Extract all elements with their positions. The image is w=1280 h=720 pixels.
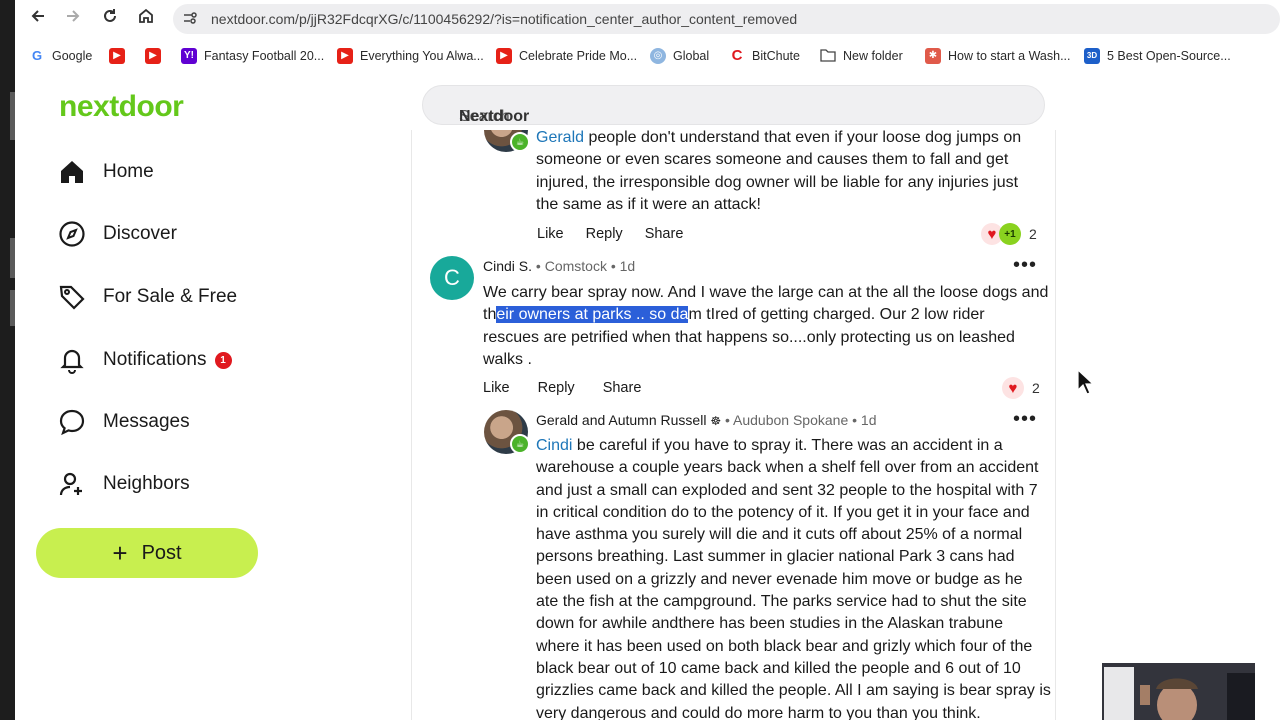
compass-icon [57, 219, 87, 249]
neighborhood[interactable]: Comstock [545, 258, 607, 274]
home-browser-icon[interactable] [135, 7, 157, 29]
bookmark-youtube-2[interactable]: ▶ [145, 44, 168, 68]
desktop-edge [0, 0, 15, 720]
bookmarks-bar: G Google ▶ ▶ Y! Fantasy Football 20... ▶… [15, 44, 1280, 68]
mention-link[interactable]: Gerald [536, 130, 584, 146]
like-button[interactable]: Like [483, 380, 510, 396]
share-button[interactable]: Share [645, 226, 684, 242]
yahoo-icon: Y! [181, 48, 197, 64]
sidebar-item-notifications[interactable]: Notifications 1 [57, 340, 232, 380]
address-bar[interactable]: nextdoor.com/p/jjR32FdcqrXG/c/1100456292… [173, 4, 1280, 34]
forward-icon[interactable] [62, 7, 84, 29]
google-icon: G [31, 48, 43, 63]
reaction-summary[interactable]: ♥ 2 [1002, 377, 1040, 399]
sidebar-item-discover[interactable]: Discover [57, 214, 177, 254]
bookmark-youtube-1[interactable]: ▶ [109, 44, 132, 68]
youtube-icon: ▶ [496, 48, 512, 64]
bookmark-new-folder[interactable]: New folder [820, 44, 903, 68]
like-button[interactable]: Like [537, 226, 564, 242]
folder-icon [820, 48, 836, 64]
bookmark-fantasy-football[interactable]: Y! Fantasy Football 20... [181, 44, 324, 68]
notification-badge: 1 [214, 351, 232, 369]
tag-icon [57, 282, 87, 312]
sidebar-item-neighbors[interactable]: Neighbors [57, 464, 190, 504]
sidebar-item-messages[interactable]: Messages [57, 402, 190, 442]
author-name[interactable]: Gerald and Autumn Russell [536, 412, 706, 428]
neighbor-badge-icon: ☕ [510, 132, 530, 152]
browser-toolbar: nextdoor.com/p/jjR32FdcqrXG/c/1100456292… [15, 0, 1280, 72]
plus-icon: + [112, 538, 128, 568]
home-icon [57, 157, 87, 187]
timestamp: 1d [860, 412, 877, 428]
timestamp: 1d [619, 258, 636, 274]
comment-meta: Cindi S. • Comstock • 1d [483, 258, 636, 274]
site-settings-icon[interactable] [181, 10, 199, 28]
url-text: nextdoor.com/p/jjR32FdcqrXG/c/1100456292… [211, 11, 798, 27]
more-options-icon[interactable]: ••• [1013, 409, 1037, 429]
chat-bubble-icon [57, 407, 87, 437]
bookmark-global[interactable]: ◎ Global [650, 44, 709, 68]
bookmark-bitchute[interactable]: C BitChute [729, 44, 800, 68]
reaction-summary[interactable]: ♥ +1 2 [981, 223, 1037, 245]
reply-avatar[interactable]: ☕ [484, 410, 530, 454]
nextdoor-logo[interactable]: nextdoor [59, 90, 184, 124]
mouse-cursor-icon [1077, 368, 1095, 395]
reply-button[interactable]: Reply [538, 380, 575, 396]
bell-icon [57, 345, 87, 375]
reply-avatar[interactable]: ☕ [484, 130, 530, 152]
mention-link[interactable]: Cindi [536, 437, 572, 454]
bookmark-celebrate-pride[interactable]: ▶ Celebrate Pride Mo... [496, 44, 637, 68]
reload-icon[interactable] [99, 7, 121, 29]
back-icon[interactable] [27, 7, 49, 29]
comment-actions: Like Reply Share [483, 380, 663, 396]
share-button[interactable]: Share [603, 380, 642, 396]
plus-one-icon: +1 [999, 223, 1021, 245]
reply-button[interactable]: Reply [586, 226, 623, 242]
youtube-icon: ▶ [109, 48, 125, 64]
verified-helper-icon: ☸ [710, 414, 722, 428]
nextdoor-page: nextdoor Search Nextdoor Home Discover F… [15, 72, 1280, 720]
webcam-overlay [1102, 663, 1255, 720]
bookmark-open-source[interactable]: 3D 5 Best Open-Source... [1084, 44, 1231, 68]
heart-icon: ♥ [1002, 377, 1024, 399]
comment-body: We carry bear spray now. And I wave the … [483, 284, 1049, 368]
neighbor-badge-icon: ☕ [510, 434, 530, 454]
neighborhood[interactable]: Audubon Spokane [733, 412, 848, 428]
bookmark-google[interactable]: G Google [29, 44, 92, 68]
comment-thread: ☕ Gerald people don't understand that ev… [411, 130, 1056, 720]
bookmark-how-to-start[interactable]: ✱ How to start a Wash... [925, 44, 1071, 68]
comment-meta: Gerald and Autumn Russell ☸ • Audubon Sp… [536, 412, 877, 428]
comment-body: Gerald people don't understand that even… [536, 130, 1022, 213]
sidebar-item-home[interactable]: Home [57, 152, 154, 192]
globe-icon: ◎ [650, 48, 666, 64]
bitchute-icon: C [731, 47, 743, 64]
bookmark-everything[interactable]: ▶ Everything You Alwa... [337, 44, 484, 68]
search-input[interactable]: Search Nextdoor [422, 85, 1045, 125]
sidebar-item-for-sale[interactable]: For Sale & Free [57, 277, 237, 317]
3d-icon: 3D [1084, 48, 1100, 64]
post-button[interactable]: + Post [36, 528, 258, 578]
site-icon: ✱ [925, 48, 941, 64]
avatar[interactable]: C [430, 256, 474, 300]
text-selection: eir owners at parks .. so da [496, 306, 689, 324]
youtube-icon: ▶ [337, 48, 353, 64]
comment-actions: Like Reply Share [537, 226, 705, 242]
more-options-icon[interactable]: ••• [1013, 255, 1037, 275]
author-name[interactable]: Cindi S. [483, 258, 532, 274]
comment-body: Cindi be careful if you have to spray it… [536, 437, 1051, 720]
add-person-icon [57, 469, 87, 499]
youtube-icon: ▶ [145, 48, 161, 64]
